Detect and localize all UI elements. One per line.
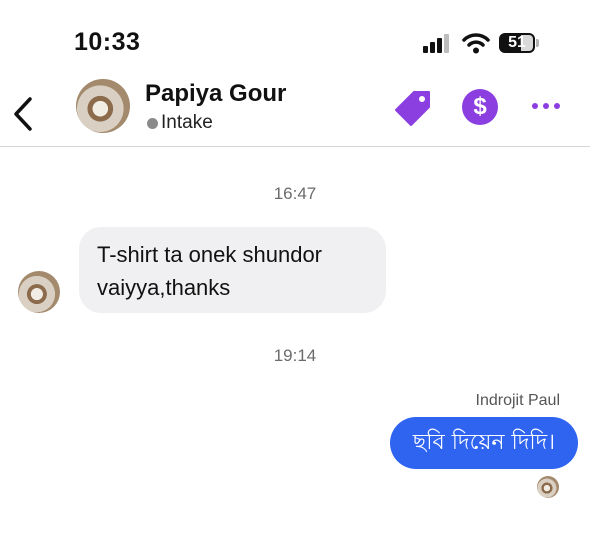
signal-icon bbox=[423, 33, 453, 53]
battery-icon: 51 bbox=[499, 33, 535, 53]
outgoing-message[interactable]: ছবি দিয়েন দিদি। bbox=[390, 417, 578, 469]
dollar-icon: $ bbox=[473, 93, 487, 120]
battery-cap bbox=[536, 39, 539, 47]
status-time: 10:33 bbox=[74, 28, 141, 56]
contact-name[interactable]: Papiya Gour bbox=[145, 80, 286, 108]
battery-level: 51 bbox=[508, 34, 526, 51]
tag-button[interactable] bbox=[393, 88, 433, 128]
message-timestamp: 16:47 bbox=[273, 184, 317, 203]
chevron-left-icon bbox=[14, 97, 32, 131]
message-timestamp: 19:14 bbox=[273, 346, 317, 365]
payment-button[interactable]: $ bbox=[462, 89, 498, 125]
read-receipt-avatar bbox=[537, 476, 559, 498]
status-dot bbox=[147, 118, 158, 129]
contact-status[interactable]: Intake bbox=[161, 112, 213, 134]
back-button[interactable] bbox=[12, 96, 34, 132]
tag-icon bbox=[395, 91, 430, 126]
more-button[interactable] bbox=[530, 96, 562, 116]
incoming-message[interactable]: T-shirt ta onek shundor vaiyya,thanks bbox=[79, 227, 386, 313]
contact-avatar[interactable] bbox=[76, 79, 130, 133]
wifi-icon bbox=[462, 32, 490, 54]
sender-avatar bbox=[18, 271, 60, 313]
outgoing-sender-name: Indrojit Paul bbox=[475, 392, 561, 409]
header-divider bbox=[0, 146, 590, 147]
